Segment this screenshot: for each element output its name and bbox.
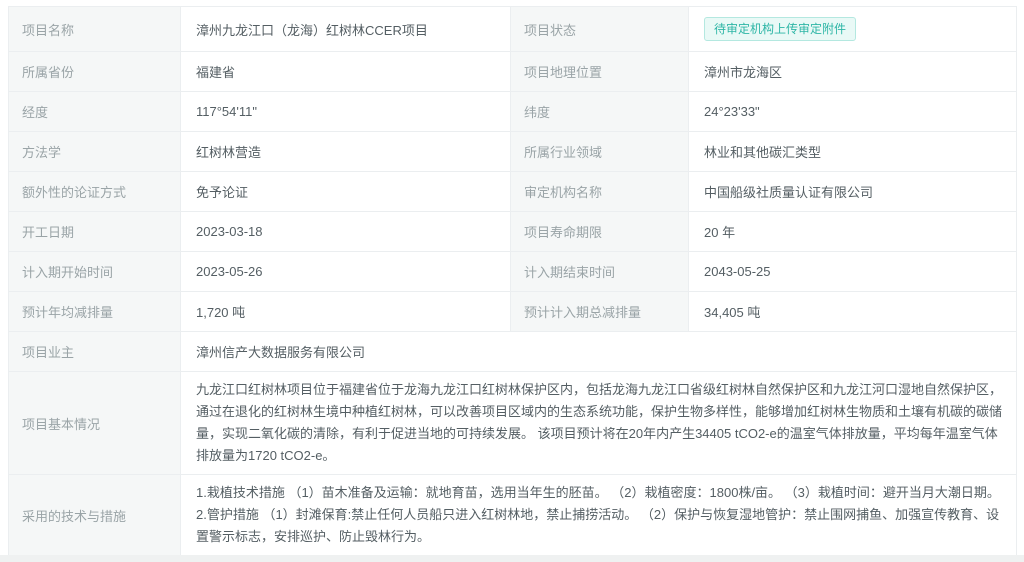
value-annual-reduction: 1,720 吨 <box>181 292 511 332</box>
table-row-reduction-amounts: 预计年均减排量 1,720 吨 预计计入期总减排量 34,405 吨 <box>9 292 1017 332</box>
value-lifespan: 20 年 <box>689 212 1017 252</box>
table-row-basic-info: 项目基本情况 九龙江口红树林项目位于福建省位于龙海九龙江口红树林保护区内，包括龙… <box>9 372 1017 475</box>
table-row-additionality-agency: 额外性的论证方式 免予论证 审定机构名称 中国船级社质量认证有限公司 <box>9 172 1017 212</box>
value-industry-field: 林业和其他碳汇类型 <box>689 132 1017 172</box>
label-longitude: 经度 <box>9 92 181 132</box>
label-latitude: 纬度 <box>511 92 689 132</box>
status-badge: 待审定机构上传审定附件 <box>704 17 856 41</box>
page-bottom-strip <box>0 555 1024 562</box>
value-total-reduction: 34,405 吨 <box>689 292 1017 332</box>
label-basic-info: 项目基本情况 <box>9 372 181 475</box>
table-row-startdate-lifespan: 开工日期 2023-03-18 项目寿命期限 20 年 <box>9 212 1017 252</box>
label-crediting-end: 计入期结束时间 <box>511 252 689 292</box>
project-detail-table: 项目名称 漳州九龙江口（龙海）红树林CCER项目 项目状态 待审定机构上传审定附… <box>8 6 1017 562</box>
value-basic-info: 九龙江口红树林项目位于福建省位于龙海九龙江口红树林保护区内，包括龙海九龙江口省级… <box>181 372 1017 475</box>
value-latitude: 24°23'33" <box>689 92 1017 132</box>
label-start-date: 开工日期 <box>9 212 181 252</box>
label-total-reduction: 预计计入期总减排量 <box>511 292 689 332</box>
table-row-province-location: 所属省份 福建省 项目地理位置 漳州市龙海区 <box>9 52 1017 92</box>
table-row-methodology-industry: 方法学 红树林营造 所属行业领域 林业和其他碳汇类型 <box>9 132 1017 172</box>
value-crediting-end: 2043-05-25 <box>689 252 1017 292</box>
label-additionality: 额外性的论证方式 <box>9 172 181 212</box>
value-additionality: 免予论证 <box>181 172 511 212</box>
label-annual-reduction: 预计年均减排量 <box>9 292 181 332</box>
value-crediting-start: 2023-05-26 <box>181 252 511 292</box>
table-row-tech-measures: 采用的技术与措施 1.栽植技术措施 （1）苗木准备及运输：就地育苗，选用当年生的… <box>9 475 1017 556</box>
table-row-owner: 项目业主 漳州信产大数据服务有限公司 <box>9 332 1017 372</box>
table-row-longitude-latitude: 经度 117°54'11" 纬度 24°23'33" <box>9 92 1017 132</box>
label-crediting-start: 计入期开始时间 <box>9 252 181 292</box>
label-audit-agency: 审定机构名称 <box>511 172 689 212</box>
value-audit-agency: 中国船级社质量认证有限公司 <box>689 172 1017 212</box>
value-province: 福建省 <box>181 52 511 92</box>
table-row-name-status: 项目名称 漳州九龙江口（龙海）红树林CCER项目 项目状态 待审定机构上传审定附… <box>9 7 1017 52</box>
label-industry-field: 所属行业领域 <box>511 132 689 172</box>
label-project-status: 项目状态 <box>511 7 689 52</box>
value-project-name: 漳州九龙江口（龙海）红树林CCER项目 <box>181 7 511 52</box>
label-geo-location: 项目地理位置 <box>511 52 689 92</box>
label-project-name: 项目名称 <box>9 7 181 52</box>
table-row-crediting-period: 计入期开始时间 2023-05-26 计入期结束时间 2043-05-25 <box>9 252 1017 292</box>
label-province: 所属省份 <box>9 52 181 92</box>
label-methodology: 方法学 <box>9 132 181 172</box>
value-start-date: 2023-03-18 <box>181 212 511 252</box>
value-tech-measures: 1.栽植技术措施 （1）苗木准备及运输：就地育苗，选用当年生的胚苗。 （2）栽植… <box>181 475 1017 556</box>
value-longitude: 117°54'11" <box>181 92 511 132</box>
value-project-owner: 漳州信产大数据服务有限公司 <box>181 332 1017 372</box>
value-methodology: 红树林营造 <box>181 132 511 172</box>
project-detail-page: 项目名称 漳州九龙江口（龙海）红树林CCER项目 项目状态 待审定机构上传审定附… <box>0 0 1024 562</box>
label-lifespan: 项目寿命期限 <box>511 212 689 252</box>
label-project-owner: 项目业主 <box>9 332 181 372</box>
value-geo-location: 漳州市龙海区 <box>689 52 1017 92</box>
label-tech-measures: 采用的技术与措施 <box>9 475 181 556</box>
value-project-status: 待审定机构上传审定附件 <box>689 7 1017 52</box>
